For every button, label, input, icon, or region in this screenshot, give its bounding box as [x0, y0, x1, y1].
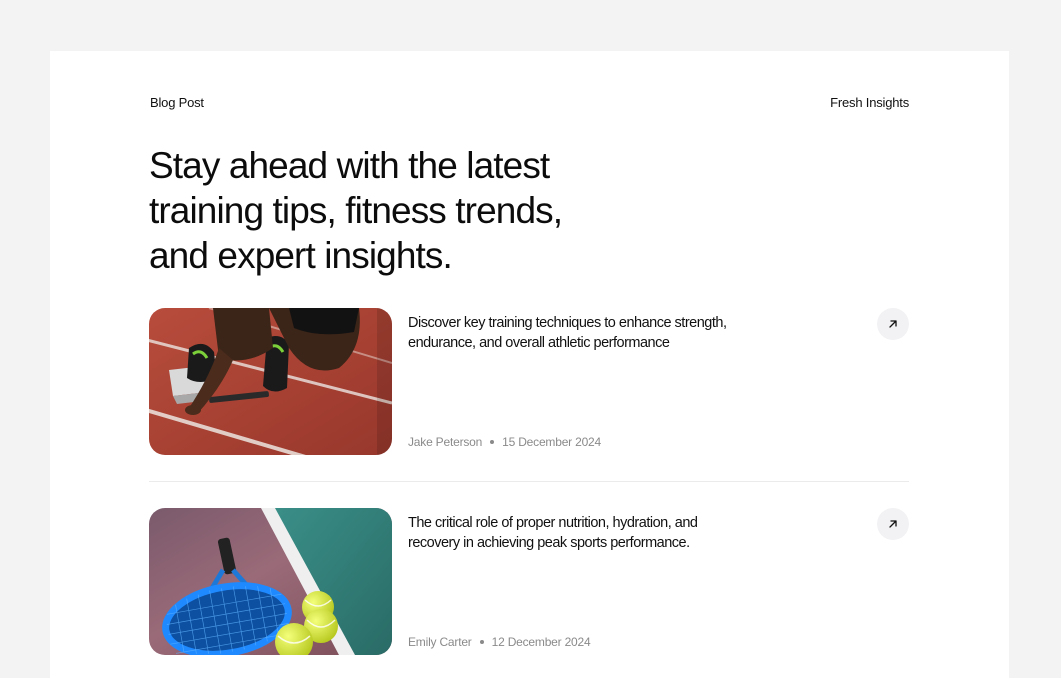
post-thumbnail-tennis[interactable]: [149, 508, 392, 655]
meta-separator: [479, 640, 484, 644]
sprinter-image: [149, 308, 392, 455]
open-post-button[interactable]: [877, 308, 909, 340]
post-date: 15 December 2024: [502, 435, 601, 449]
post-title[interactable]: The critical role of proper nutrition, h…: [408, 514, 728, 553]
page-title: Stay ahead with the latest training tips…: [149, 145, 563, 276]
post-date: 12 December 2024: [491, 635, 591, 649]
post-meta: Emily Carter 12 December 2024: [408, 635, 591, 649]
arrow-up-right-icon: [889, 520, 897, 528]
post-author: Jake Peterson: [408, 435, 483, 449]
post-author: Emily Carter: [408, 635, 472, 649]
post-divider: [149, 481, 909, 482]
open-post-button[interactable]: [877, 508, 909, 540]
section-label: Blog Post: [150, 95, 204, 110]
blog-post-item[interactable]: Discover key training techniques to enha…: [149, 308, 909, 456]
post-thumbnail-sprinter[interactable]: [149, 308, 392, 455]
post-title[interactable]: Discover key training techniques to enha…: [408, 314, 728, 353]
tennis-image: [149, 508, 392, 655]
section-tagline: Fresh Insights: [830, 95, 909, 110]
arrow-up-right-icon: [889, 320, 897, 328]
blog-card: Blog Post Fresh Insights Stay ahead with…: [50, 51, 1009, 678]
post-meta: Jake Peterson 15 December 2024: [408, 435, 601, 449]
blog-post-item[interactable]: The critical role of proper nutrition, h…: [149, 508, 909, 656]
blog-header: Blog Post Fresh Insights: [150, 95, 909, 110]
meta-separator: [490, 440, 495, 444]
